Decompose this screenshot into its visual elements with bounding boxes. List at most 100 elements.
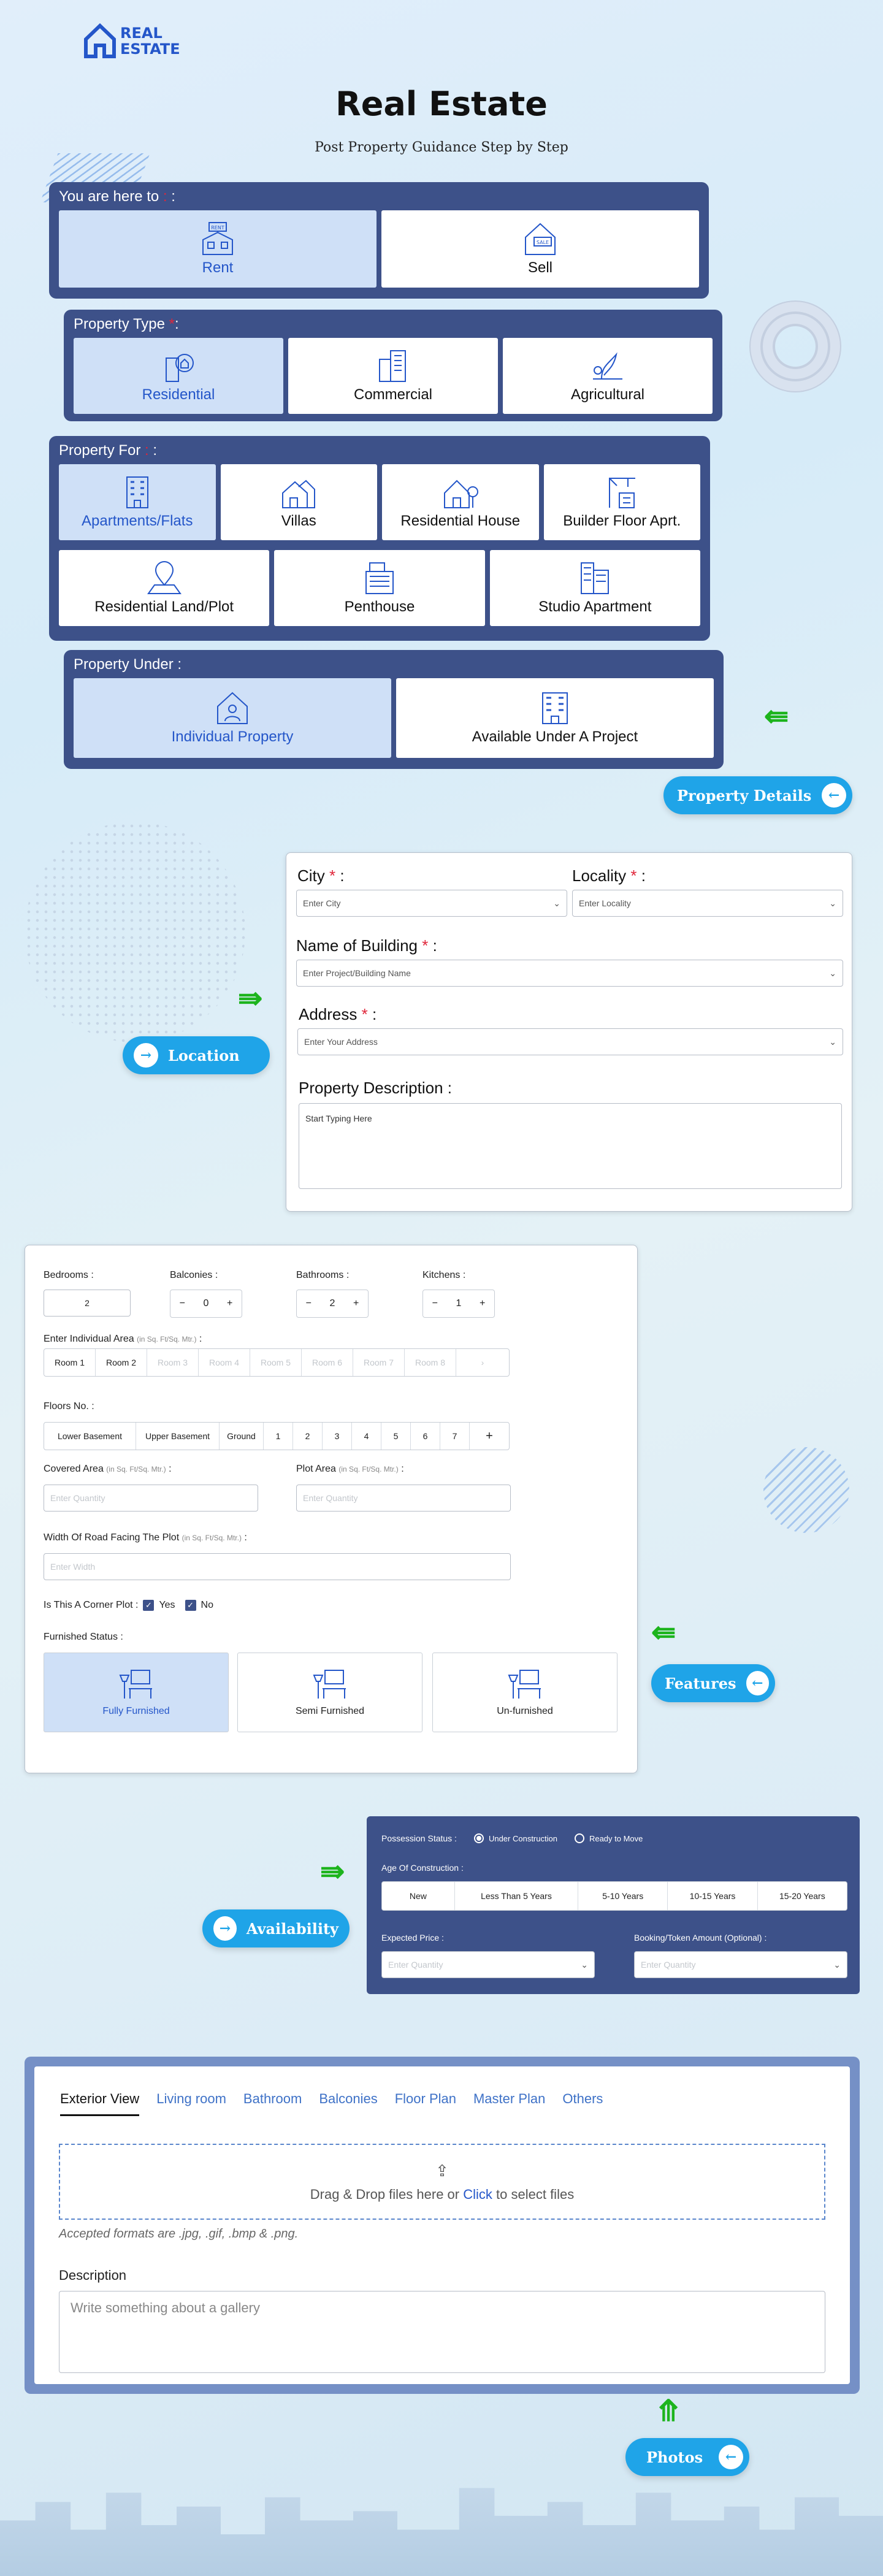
tab-others[interactable]: Others [562,2091,603,2116]
tab-master-plan[interactable]: Master Plan [473,2091,545,2116]
plus-button[interactable]: + [344,1290,368,1317]
option-sell[interactable]: SALE Sell [381,210,699,288]
room-input[interactable]: Room 6 [302,1349,353,1376]
checkbox-checked-icon[interactable]: ✓ [185,1600,196,1611]
radio-selected-icon [473,1833,484,1843]
option-individual-property[interactable]: Individual Property [74,678,391,758]
floor-option[interactable]: 1 [264,1423,293,1450]
location-button[interactable]: → Location [123,1036,270,1074]
price-select[interactable]: Enter Quantity ⌄ [381,1951,595,1978]
radio-under-construction[interactable]: Under Construction [473,1833,557,1843]
room-input[interactable]: Room 7 [353,1349,405,1376]
bathrooms-value[interactable]: 2 [321,1290,345,1317]
age-option[interactable]: 5-10 Years [578,1882,668,1910]
floor-option[interactable]: 7 [440,1423,470,1450]
floor-option[interactable]: Lower Basement [44,1423,136,1450]
option-residential[interactable]: Residential [74,338,283,414]
no-label: No [201,1600,213,1610]
tab-balconies[interactable]: Balconies [319,2091,377,2116]
building-label: Name of Building * : [296,936,437,955]
option-label: Agricultural [570,386,645,403]
age-option[interactable]: New [382,1882,455,1910]
tab-floor-plan[interactable]: Floor Plan [395,2091,456,2116]
availability-button[interactable]: → Availability [202,1909,350,1947]
road-width-input[interactable]: Enter Width [44,1553,511,1580]
minus-button[interactable]: − [297,1290,321,1317]
floor-option[interactable]: 6 [411,1423,440,1450]
plot-area-input[interactable]: Enter Quantity [296,1485,511,1512]
tab-exterior-view[interactable]: Exterior View [60,2091,140,2116]
chevron-down-icon: ⌄ [581,1959,588,1970]
arrow-left-circle-icon: ← [822,783,846,808]
floor-option[interactable]: 4 [352,1423,381,1450]
option-residential-land[interactable]: Residential Land/Plot [59,550,270,626]
room-input[interactable]: Room 1 [44,1349,96,1376]
balconies-value[interactable]: 0 [194,1290,218,1317]
property-details-button[interactable]: Property Details ← [663,776,852,814]
address-select[interactable]: Enter Your Address ⌄ [297,1028,843,1055]
photos-button[interactable]: Photos ← [625,2438,749,2476]
bedrooms-input[interactable]: 2 [44,1290,131,1317]
floor-option[interactable]: 2 [293,1423,323,1450]
brand-logo[interactable]: REAL ESTATE [83,23,180,59]
features-button[interactable]: Features ← [651,1664,775,1702]
arrow-left-icon: ⇚ [651,1616,676,1649]
yes-label: Yes [159,1600,175,1610]
city-select[interactable]: Enter City ⌄ [296,890,567,917]
add-floor-button[interactable]: + [470,1423,509,1450]
minus-button[interactable]: − [423,1290,447,1317]
property-under-panel: Property Under : Individual Property Ava… [64,650,724,769]
kitchens-label: Kitchens : [422,1270,466,1280]
option-fully-furnished[interactable]: Fully Furnished [44,1653,229,1732]
room-input[interactable]: Room 2 [96,1349,147,1376]
option-label: Studio Apartment [538,598,652,615]
chevron-right-icon[interactable]: › [456,1349,509,1376]
room-input[interactable]: Room 5 [250,1349,302,1376]
age-option[interactable]: 15-20 Years [758,1882,847,1910]
option-label: Un-furnished [497,1706,553,1716]
option-label: Rent [202,259,234,276]
bathrooms-label: Bathrooms : [296,1270,350,1280]
option-semi-furnished[interactable]: Semi Furnished [237,1653,422,1732]
floor-option[interactable]: Ground [220,1423,264,1450]
age-option[interactable]: 10-15 Years [668,1882,758,1910]
building-select[interactable]: Enter Project/Building Name ⌄ [296,960,843,987]
room-input[interactable]: Room 3 [147,1349,199,1376]
option-unfurnished[interactable]: Un-furnished [432,1653,617,1732]
option-rent[interactable]: RENT Rent [59,210,377,288]
option-builder-floor[interactable]: Builder Floor Aprt. [543,464,700,540]
floor-option[interactable]: 5 [381,1423,411,1450]
floor-option[interactable]: 3 [323,1423,352,1450]
kitchens-value[interactable]: 1 [447,1290,471,1317]
option-residential-house[interactable]: Residential House [382,464,539,540]
plus-button[interactable]: + [218,1290,242,1317]
possession-row: Possession Status : Under Construction R… [381,1833,643,1843]
arrow-left-circle-icon: ← [719,2445,743,2469]
age-option[interactable]: Less Than 5 Years [455,1882,579,1910]
option-under-project[interactable]: Available Under A Project [396,678,714,758]
option-commercial[interactable]: Commercial [288,338,498,414]
file-dropzone[interactable]: ⇪ Drag & Drop files here or Click to sel… [59,2144,825,2220]
description-textarea[interactable]: Start Typing Here [299,1103,842,1189]
click-link[interactable]: Click [463,2187,492,2202]
floor-option[interactable]: Upper Basement [136,1423,220,1450]
booking-select[interactable]: Enter Quantity ⌄ [634,1951,847,1978]
room-input[interactable]: Room 4 [199,1349,250,1376]
minus-button[interactable]: − [170,1290,194,1317]
tab-bathroom[interactable]: Bathroom [243,2091,302,2116]
age-options: New Less Than 5 Years 5-10 Years 10-15 Y… [381,1881,847,1911]
option-apartments[interactable]: Apartments/Flats [59,464,216,540]
gallery-description-textarea[interactable]: Write something about a gallery [59,2291,825,2373]
option-villas[interactable]: Villas [220,464,377,540]
radio-ready[interactable]: Ready to Move [574,1833,643,1843]
covered-area-input[interactable]: Enter Quantity [44,1485,258,1512]
plus-button[interactable]: + [470,1290,494,1317]
locality-select[interactable]: Enter Locality ⌄ [572,890,843,917]
option-agricultural[interactable]: Agricultural [503,338,713,414]
option-studio[interactable]: Studio Apartment [489,550,700,626]
room-input[interactable]: Room 8 [405,1349,456,1376]
address-label: Address * : [299,1005,377,1023]
checkbox-checked-icon[interactable]: ✓ [143,1600,155,1611]
option-penthouse[interactable]: Penthouse [274,550,485,626]
tab-living-room[interactable]: Living room [156,2091,226,2116]
